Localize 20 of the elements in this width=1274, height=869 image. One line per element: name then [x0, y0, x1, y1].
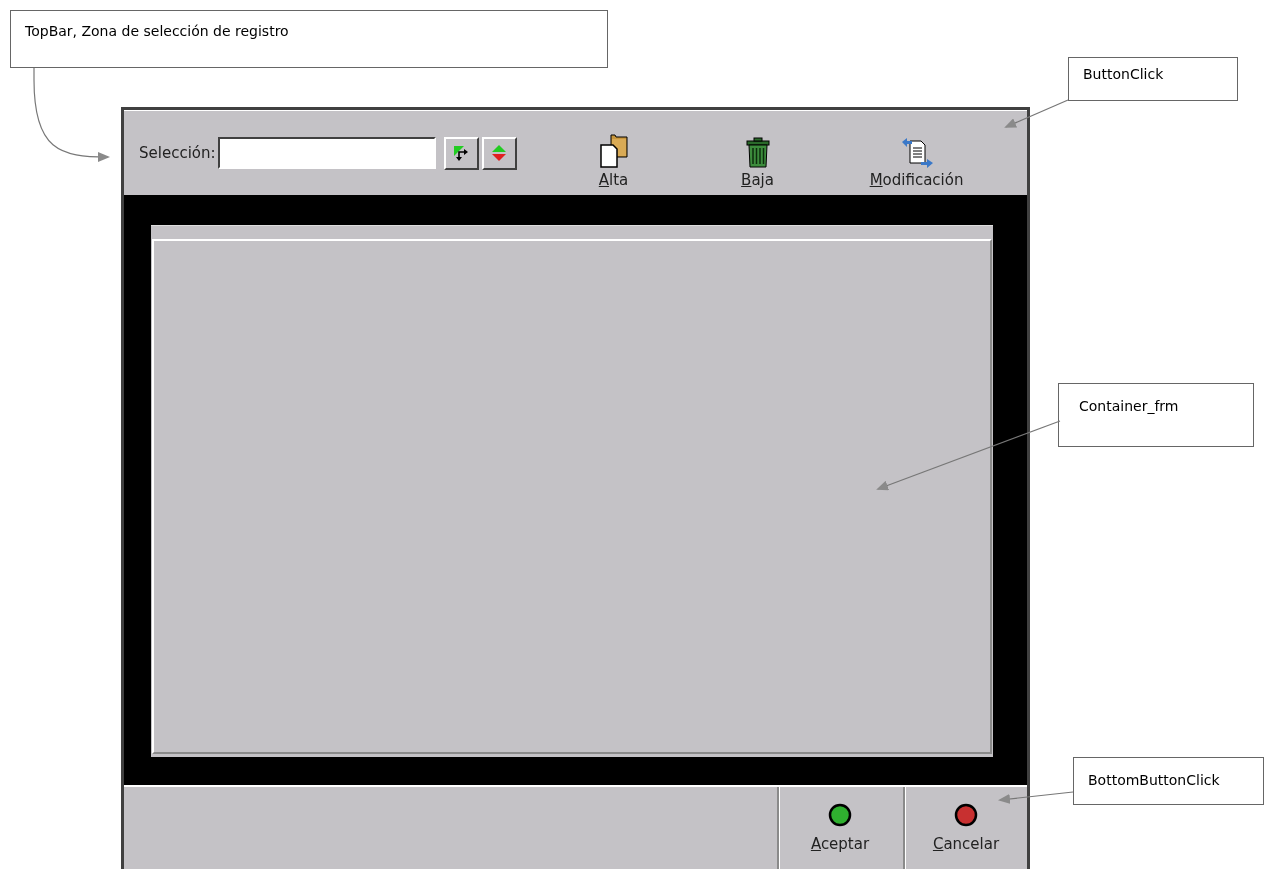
selection-field[interactable]	[217, 137, 436, 169]
cancel-button[interactable]: Cancelar	[903, 787, 1027, 869]
delete-button[interactable]: Baja	[728, 111, 787, 195]
trash-can-icon	[744, 137, 771, 169]
go-to-button[interactable]	[443, 136, 479, 170]
callout-box: Container_frm	[1058, 383, 1254, 447]
leader-line	[1004, 99, 1069, 128]
callout-box: ButtonClick	[1068, 57, 1238, 101]
up-down-arrows-icon	[490, 144, 509, 162]
circle-icon	[954, 803, 978, 827]
documents-arrows-icon	[900, 137, 933, 169]
circle-icon	[828, 803, 852, 827]
add-button[interactable]: Alta	[584, 111, 643, 195]
modify-button[interactable]: Modificación	[853, 111, 980, 195]
selection-label: Selección:	[139, 144, 216, 162]
accept-button[interactable]: Aceptar	[777, 787, 901, 869]
callout-box: TopBar, Zona de selección de registro	[10, 10, 608, 68]
up-down-button[interactable]	[481, 136, 517, 170]
folder-document-icon	[598, 133, 629, 169]
callout-box: BottomButtonClick	[1073, 757, 1264, 805]
